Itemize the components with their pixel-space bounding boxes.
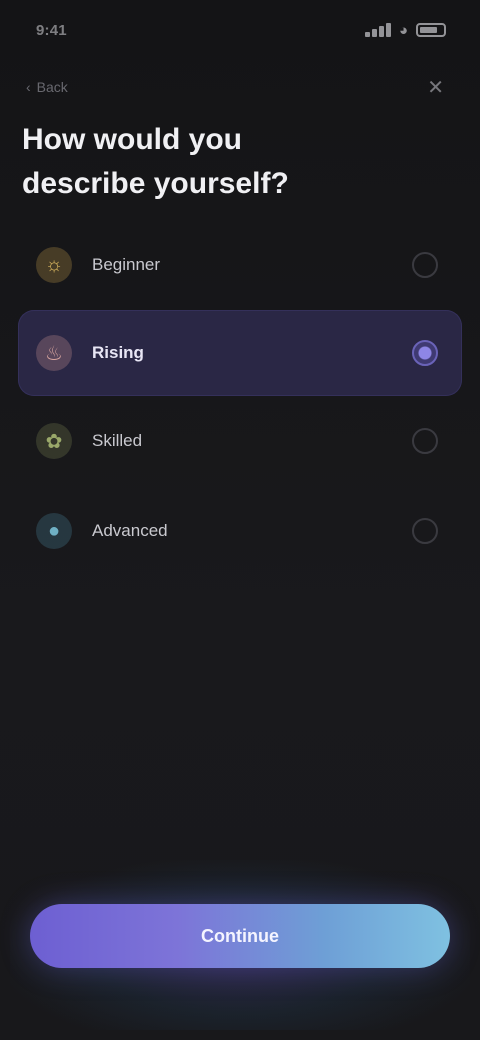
status-bar: 9:41 ◕ bbox=[0, 0, 480, 60]
page-title: How would you describe yourself? bbox=[22, 118, 322, 206]
status-time: 9:41 bbox=[36, 21, 67, 39]
close-icon[interactable]: ✕ bbox=[427, 75, 444, 100]
option-advanced[interactable]: ● Advanced bbox=[18, 488, 462, 574]
sun-icon: ☼ bbox=[36, 247, 72, 283]
radio-button[interactable] bbox=[412, 252, 438, 278]
option-list: ☼ Beginner ♨ Rising ✿ Skilled ● Advanced bbox=[0, 222, 480, 576]
radio-button[interactable] bbox=[412, 428, 438, 454]
continue-button[interactable]: Continue bbox=[30, 904, 450, 968]
wifi-icon: ◕ bbox=[398, 21, 408, 39]
radio-button[interactable] bbox=[412, 518, 438, 544]
back-button[interactable]: ‹ Back bbox=[26, 79, 68, 95]
option-skilled[interactable]: ✿ Skilled bbox=[18, 398, 462, 484]
radio-button-selected[interactable] bbox=[412, 340, 438, 366]
chevron-left-icon: ‹ bbox=[26, 79, 31, 95]
back-label: Back bbox=[36, 79, 68, 95]
option-label: Beginner bbox=[92, 255, 161, 274]
option-label: Advanced bbox=[92, 521, 168, 540]
option-label: Rising bbox=[92, 343, 144, 362]
status-icons: ◕ bbox=[364, 21, 446, 39]
screen: 9:41 ◕ ‹ Back ✕ How would you describe y… bbox=[0, 0, 480, 1040]
top-row: ‹ Back ✕ bbox=[0, 70, 480, 104]
battery-icon bbox=[416, 23, 446, 37]
status-left: 9:41 bbox=[36, 22, 67, 39]
drop-icon: ● bbox=[36, 513, 72, 549]
leaf-icon: ✿ bbox=[36, 423, 72, 459]
option-beginner[interactable]: ☼ Beginner bbox=[18, 222, 462, 308]
signal-icon bbox=[364, 23, 391, 37]
page-title-line-1: How would you bbox=[22, 123, 242, 156]
page-title-line-2: describe yourself? bbox=[22, 167, 289, 200]
flame-icon: ♨ bbox=[36, 335, 72, 371]
option-rising[interactable]: ♨ Rising bbox=[18, 310, 462, 396]
option-label: Skilled bbox=[92, 431, 143, 450]
